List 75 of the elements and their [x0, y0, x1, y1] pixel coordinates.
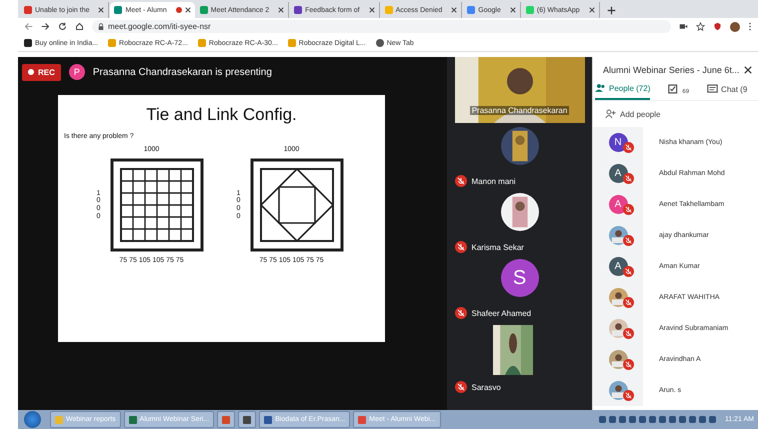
star-icon[interactable]	[696, 22, 705, 31]
muted-mic-icon	[623, 359, 634, 370]
lock-icon	[98, 22, 104, 30]
close-icon[interactable]	[278, 7, 284, 13]
participant-avatar: A	[608, 195, 628, 214]
address-field[interactable]: meet.google.com/iti-syee-nsr	[92, 20, 671, 33]
muted-mic-icon	[623, 235, 634, 246]
shield-icon[interactable]	[713, 22, 722, 31]
tab-favicon-icon	[467, 6, 476, 14]
tab-favicon-icon	[384, 6, 393, 14]
meeting-title: Alumni Webinar Series - June 6t...	[603, 65, 740, 75]
recording-badge: REC	[22, 64, 61, 80]
tab-favicon-icon	[24, 6, 32, 14]
close-icon[interactable]	[588, 7, 595, 13]
slide-title: Tie and Link Config.	[146, 105, 297, 125]
app-icon	[55, 416, 63, 424]
muted-mic-icon	[623, 173, 634, 184]
add-people-button[interactable]: Add people	[593, 101, 758, 127]
participant-name: Sarasvo	[472, 382, 501, 392]
checkbox-icon	[668, 84, 680, 94]
tab-favicon-icon	[114, 6, 122, 14]
muted-mic-icon	[623, 297, 634, 308]
start-button[interactable]	[24, 411, 41, 428]
muted-mic-icon	[454, 307, 466, 319]
new-tab-icon[interactable]	[606, 6, 616, 15]
muted-mic-icon	[623, 204, 634, 215]
bookmark-icon	[198, 39, 206, 47]
participant-name: Shafeer Ahamed	[472, 308, 532, 318]
muted-mic-icon	[623, 142, 634, 153]
participant-name: Prasanna Chandrasekaran	[470, 106, 570, 115]
forward-icon[interactable]	[41, 22, 50, 31]
tab-favicon-icon	[526, 6, 534, 14]
close-icon[interactable]	[744, 66, 752, 74]
taskbar-button[interactable]	[238, 411, 256, 428]
tab-favicon-icon	[200, 6, 208, 14]
reload-icon[interactable]	[58, 22, 67, 31]
app-icon	[243, 416, 252, 424]
app-icon	[222, 416, 230, 424]
close-icon[interactable]	[451, 7, 458, 13]
back-icon[interactable]	[24, 22, 33, 31]
panel-tab[interactable]: People (72)	[595, 83, 650, 100]
app-icon	[358, 416, 366, 424]
participant-avatar: S	[500, 259, 538, 297]
participant-avatar: A	[608, 257, 628, 276]
participant-avatar: N	[608, 133, 628, 152]
panel-tab[interactable]: Chat (9	[707, 83, 748, 100]
close-icon[interactable]	[368, 7, 375, 13]
muted-mic-icon	[623, 390, 634, 401]
more-icon[interactable]	[748, 22, 752, 31]
participant-name: Karisma Sekar	[472, 242, 524, 252]
participant-avatar: A	[608, 164, 628, 183]
chat-icon	[707, 84, 718, 94]
bookmark-icon	[288, 39, 296, 47]
home-icon[interactable]	[75, 22, 84, 31]
app-icon	[128, 416, 137, 424]
bookmark-icon	[24, 39, 32, 47]
close-icon[interactable]	[98, 7, 104, 13]
profile-avatar[interactable]	[730, 22, 740, 32]
camera-icon[interactable]	[679, 22, 688, 31]
muted-mic-icon	[454, 241, 466, 253]
close-icon[interactable]	[184, 7, 191, 13]
muted-mic-icon	[623, 266, 634, 277]
close-icon[interactable]	[510, 7, 516, 13]
participant-name: Manon mani	[472, 176, 516, 186]
muted-mic-icon	[623, 328, 634, 339]
muted-mic-icon	[454, 175, 466, 187]
people-icon	[595, 83, 606, 93]
presenting-label: Prasanna Chandrasekaran is presenting	[92, 66, 272, 78]
presenter-avatar: P	[68, 64, 85, 80]
tab-favicon-icon	[294, 6, 302, 14]
muted-mic-icon	[454, 381, 466, 393]
bookmark-icon	[108, 39, 116, 47]
app-icon	[264, 416, 272, 424]
add-person-icon	[605, 109, 616, 119]
bookmark-icon	[376, 39, 384, 47]
